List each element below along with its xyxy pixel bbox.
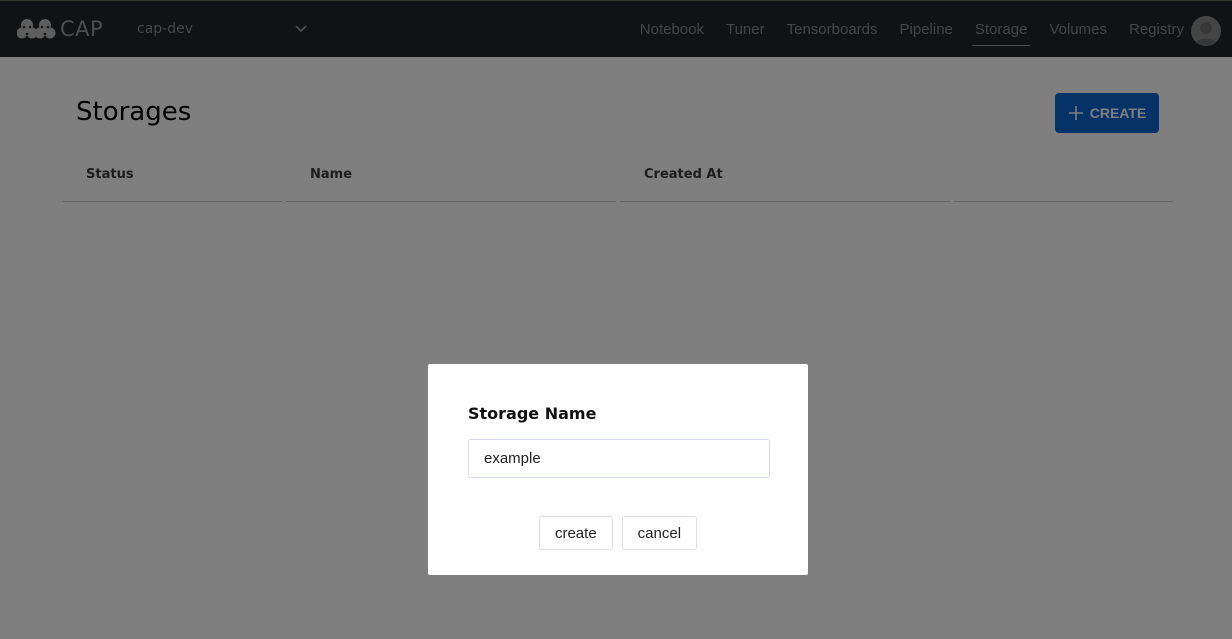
dialog-actions: create cancel [428,516,808,550]
storage-name-input[interactable] [468,439,770,478]
dialog-cancel-button[interactable]: cancel [621,516,698,550]
dialog-create-button[interactable]: create [538,516,613,550]
dialog-title: Storage Name [468,404,597,423]
create-storage-dialog: Storage Name create cancel [428,364,808,575]
modal-backdrop[interactable]: Storage Name create cancel [0,0,1232,639]
